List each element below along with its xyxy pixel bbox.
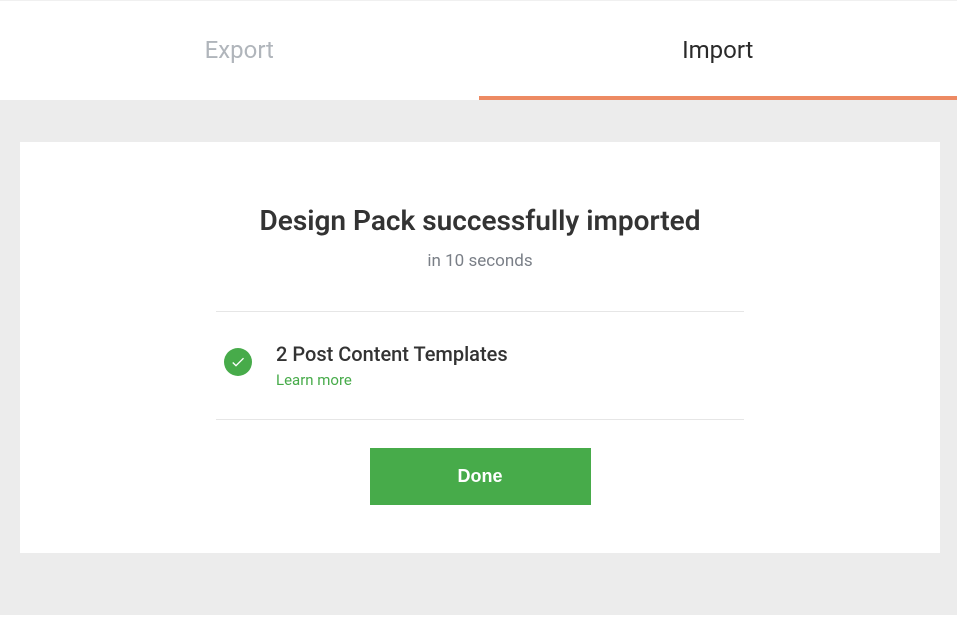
done-button[interactable]: Done xyxy=(370,448,591,505)
button-wrap: Done xyxy=(216,448,744,505)
imported-item-row: 2 Post Content Templates Learn more xyxy=(216,312,744,419)
item-title: 2 Post Content Templates xyxy=(276,342,508,366)
content-area: Design Pack successfully imported in 10 … xyxy=(0,100,957,615)
tabs-bar: Export Import xyxy=(0,0,957,100)
item-text: 2 Post Content Templates Learn more xyxy=(276,342,508,389)
tab-import[interactable]: Import xyxy=(479,1,957,100)
divider-bottom xyxy=(216,419,744,420)
card-subtitle: in 10 seconds xyxy=(216,251,744,271)
card-title: Design Pack successfully imported xyxy=(216,204,744,237)
card-inner: Design Pack successfully imported in 10 … xyxy=(216,204,744,505)
check-icon xyxy=(224,348,252,376)
learn-more-link[interactable]: Learn more xyxy=(276,371,352,389)
tab-export[interactable]: Export xyxy=(0,1,479,100)
result-card: Design Pack successfully imported in 10 … xyxy=(20,142,940,553)
